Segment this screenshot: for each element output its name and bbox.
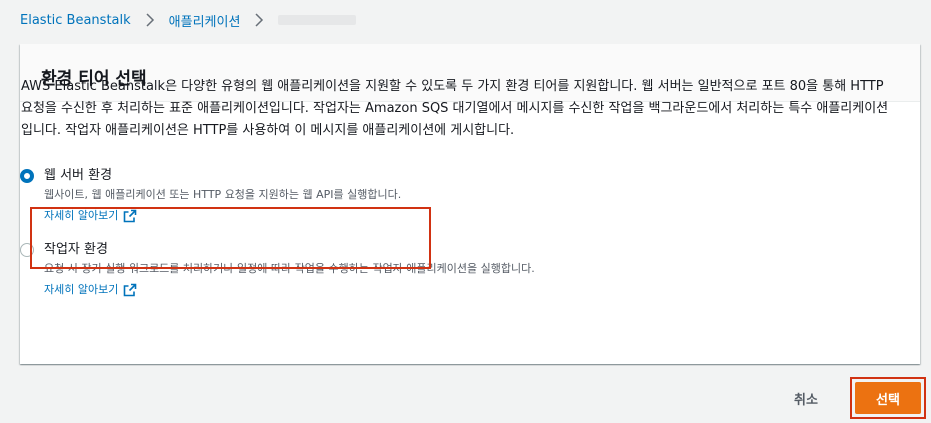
worker-learn-more-link[interactable]: 자세히 알아보기 xyxy=(44,281,137,299)
chevron-right-icon xyxy=(255,13,264,27)
external-link-icon xyxy=(124,283,137,297)
cancel-button[interactable]: 취소 xyxy=(780,386,832,410)
breadcrumb-elastic-beanstalk[interactable]: Elastic Beanstalk xyxy=(20,13,131,28)
chevron-right-icon xyxy=(146,13,154,27)
worker-description: 요청 시 장기 실행 워크로드를 처리하거나 일정에 따라 작업을 수행하는 작… xyxy=(44,262,535,275)
breadcrumb-applications[interactable]: 애플리케이션 xyxy=(169,11,241,30)
web-server-radio[interactable] xyxy=(20,169,34,183)
web-server-learn-more-link[interactable]: 자세히 알아보기 xyxy=(44,207,137,225)
worker-title: 작업자 환경 xyxy=(44,242,108,257)
worker-option-content: 작업자 환경 요청 시 장기 실행 워크로드를 처리하거나 일정에 따라 작업을… xyxy=(44,240,535,299)
web-server-option-content: 웹 서버 환경 웹사이트, 웹 애플리케이션 또는 HTTP 요청을 지원하는 … xyxy=(44,166,401,225)
web-server-option[interactable]: 웹 서버 환경 웹사이트, 웹 애플리케이션 또는 HTTP 요청을 지원하는 … xyxy=(20,166,401,225)
breadcrumb: Elastic Beanstalk 애플리케이션 xyxy=(20,8,357,32)
learn-more-label: 자세히 알아보기 xyxy=(44,209,119,222)
worker-option[interactable]: 작업자 환경 요청 시 장기 실행 워크로드를 처리하거나 일정에 따라 작업을… xyxy=(20,240,535,299)
learn-more-label: 자세히 알아보기 xyxy=(44,283,119,296)
web-server-description: 웹사이트, 웹 애플리케이션 또는 HTTP 요청을 지원하는 웹 API를 실… xyxy=(44,188,402,201)
external-link-icon xyxy=(124,209,137,223)
web-server-title: 웹 서버 환경 xyxy=(44,168,113,183)
breadcrumb-current-redacted xyxy=(278,15,357,25)
select-button[interactable]: 선택 xyxy=(855,382,921,414)
worker-radio[interactable] xyxy=(20,243,34,257)
panel-description: AWS Elastic Beanstalk은 다양한 유형의 웹 애플리케이션을… xyxy=(21,79,889,138)
